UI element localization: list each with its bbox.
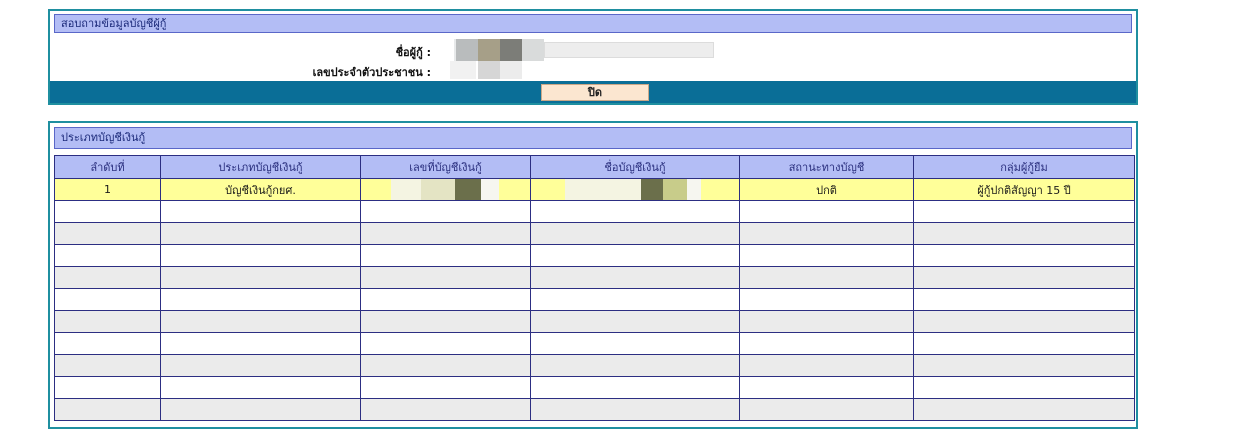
table-row [54,266,1135,289]
table-row [54,376,1135,399]
action-bar: ปิด [50,81,1136,103]
table-row[interactable]: 1 บัญชีเงินกู้กยศ. ปกติ ผู้กู้ปกติสัญญา … [54,178,1135,201]
borrower-info-header: สอบถามข้อมูลบัญชีผู้กู้ [54,14,1132,33]
column-header-account-name: ชื่อบัญชีเงินกู้ [530,155,740,179]
table-row [54,398,1135,421]
table-row [54,244,1135,267]
column-header-seq: ลำดับที่ [54,155,161,179]
cell-seq: 1 [54,178,161,201]
column-header-group: กลุ่มผู้กู้ยืม [913,155,1135,179]
table-row [54,354,1135,377]
loan-accounts-table: ลำดับที่ ประเภทบัญชีเงินกู้ เลขที่บัญชีเ… [54,155,1135,421]
column-header-account-no: เลขที่บัญชีเงินกู้ [360,155,531,179]
loan-accounts-header: ประเภทบัญชีเงินกู้ [54,127,1132,149]
table-row [54,310,1135,333]
table-row [54,200,1135,223]
citizen-id-label: เลขประจำตัวประชาชน : [312,66,431,79]
table-header-row: ลำดับที่ ประเภทบัญชีเงินกู้ เลขที่บัญชีเ… [54,155,1135,179]
cell-status: ปกติ [739,178,914,201]
cell-type: บัญชีเงินกู้กยศ. [160,178,361,201]
cell-account-name [530,178,740,201]
column-header-status: สถานะทางบัญชี [739,155,914,179]
close-button[interactable]: ปิด [541,84,649,101]
table-row [54,288,1135,311]
cell-group: ผู้กู้ปกติสัญญา 15 ปี [913,178,1135,201]
table-row [54,332,1135,355]
borrower-name-label: ชื่อผู้กู้ : [395,46,431,59]
table-row [54,222,1135,245]
borrower-info-panel: สอบถามข้อมูลบัญชีผู้กู้ ชื่อผู้กู้ : เลข… [48,9,1138,105]
loan-accounts-panel: ประเภทบัญชีเงินกู้ ลำดับที่ ประเภทบัญชีเ… [48,121,1138,429]
column-header-type: ประเภทบัญชีเงินกู้ [160,155,361,179]
cell-account-no [360,178,531,201]
